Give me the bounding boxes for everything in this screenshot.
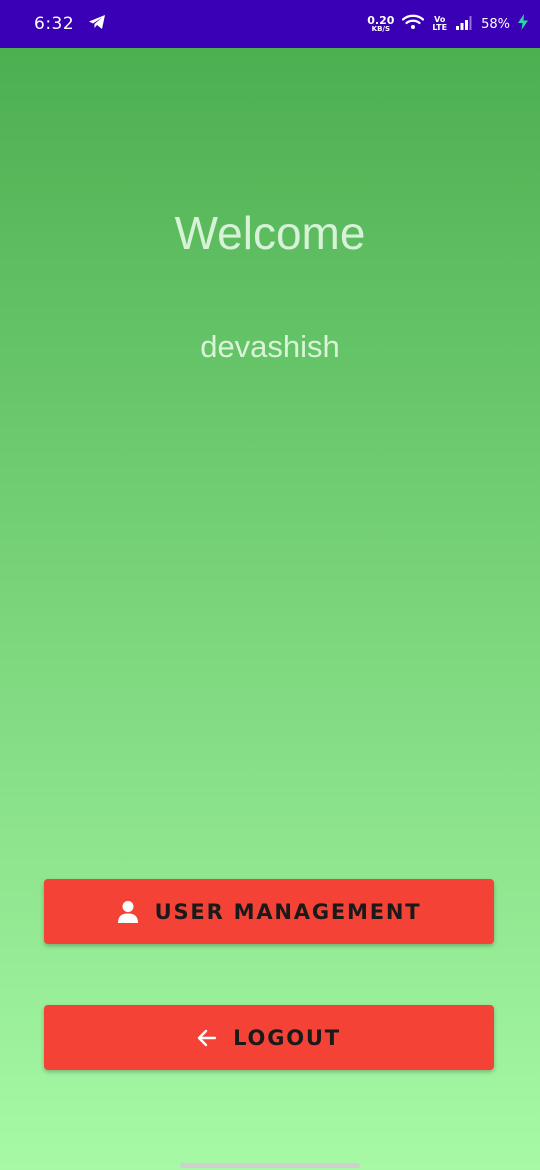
wifi-icon — [402, 14, 425, 34]
status-left: 6:32 — [34, 14, 106, 35]
user-management-label: USER MANAGEMENT — [154, 899, 422, 924]
person-icon — [117, 900, 139, 924]
telegram-icon — [88, 14, 106, 35]
gesture-nav-handle[interactable] — [180, 1163, 360, 1168]
home-screen: Welcome devashish USER MANAGEMENT LOGOUT — [0, 48, 540, 1170]
net-speed-unit: KB/S — [371, 25, 390, 33]
logout-button[interactable]: LOGOUT — [44, 1005, 494, 1070]
welcome-heading: Welcome — [174, 207, 366, 259]
volte-bottom: LTE — [432, 23, 448, 32]
volte-indicator: Vo LTE — [432, 16, 447, 32]
charging-icon — [518, 14, 528, 34]
net-speed: 0.20 KB/S — [367, 15, 394, 33]
logout-label: LOGOUT — [233, 1025, 341, 1050]
status-bar: 6:32 0.20 KB/S Vo LTE 58% — [0, 0, 540, 48]
arrow-left-icon — [197, 1029, 217, 1047]
user-management-button[interactable]: USER MANAGEMENT — [44, 879, 494, 944]
battery-percent: 58% — [481, 16, 510, 32]
status-time: 6:32 — [34, 14, 75, 34]
status-right: 0.20 KB/S Vo LTE 58% — [367, 14, 528, 34]
username-label: devashish — [200, 329, 340, 364]
signal-icon — [455, 15, 473, 34]
